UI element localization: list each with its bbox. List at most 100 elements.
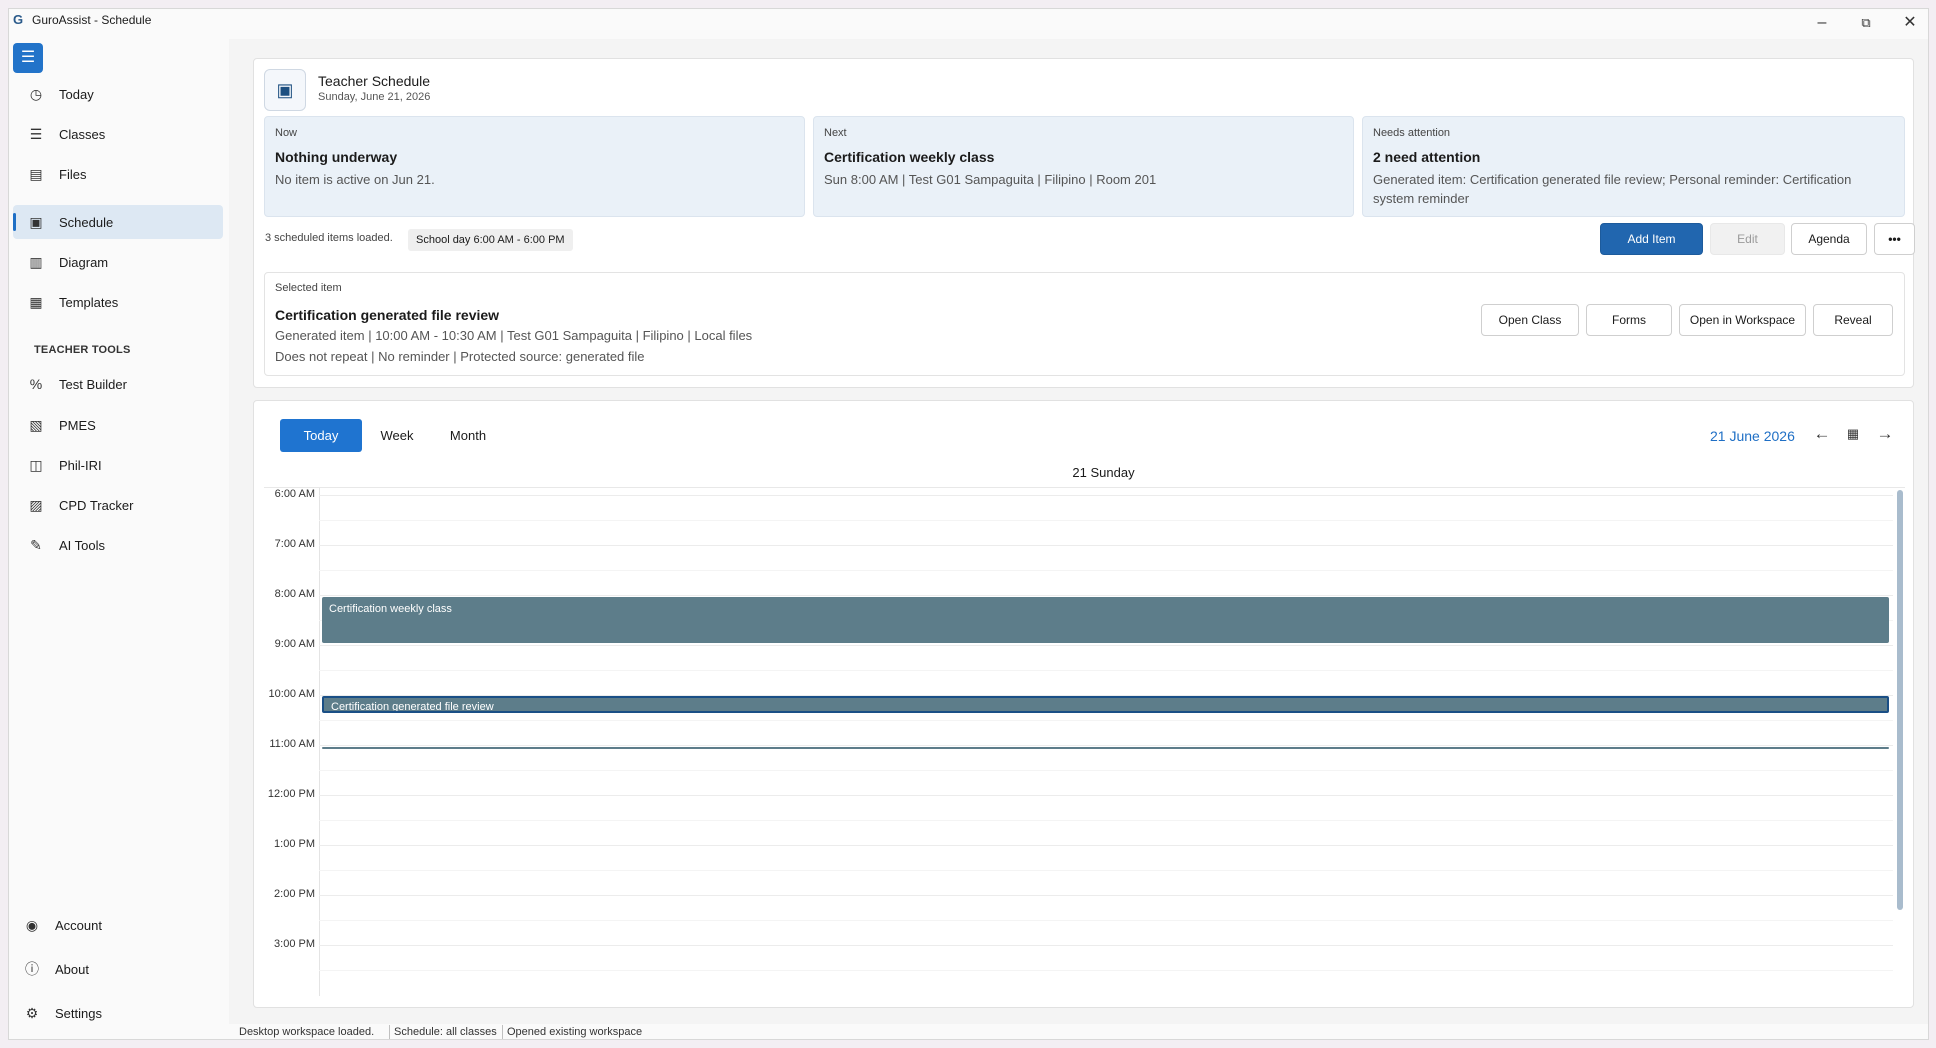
attention-text: Generated item: Certification generated …	[1373, 172, 1852, 206]
calendar-event[interactable]	[322, 747, 1889, 749]
sidebar-item-label: Test Builder	[59, 377, 127, 392]
hour-gridline	[319, 945, 1893, 946]
sidebar-item-label: Settings	[55, 1006, 102, 1021]
close-button[interactable]: ✕	[1888, 9, 1928, 39]
sidebar-item-test-builder[interactable]: % Test Builder	[13, 367, 223, 401]
event-label: Certification generated file review	[331, 701, 494, 713]
sidebar-item-today[interactable]: ◷ Today	[13, 77, 223, 111]
sidebar-item-label: PMES	[59, 418, 96, 433]
window-title: GuroAssist - Schedule	[32, 13, 152, 27]
reveal-button[interactable]: Reveal	[1813, 304, 1893, 336]
sidebar-item-settings[interactable]: ⚙ Settings	[13, 996, 223, 1030]
sidebar-item-pmes[interactable]: ▧ PMES	[13, 408, 223, 442]
event-label: Certification weekly class	[329, 603, 452, 615]
half-hour-gridline	[319, 770, 1893, 771]
next-panel: Next Certification weekly class Sun 8:00…	[813, 116, 1354, 217]
calendar-picker-icon[interactable]: ▦	[1842, 423, 1864, 445]
view-today-button[interactable]: Today	[280, 419, 362, 452]
status-divider	[502, 1025, 503, 1039]
calendar-event[interactable]: Certification generated file review	[322, 696, 1889, 713]
attention-title: 2 need attention	[1373, 149, 1481, 165]
minimize-button[interactable]: –	[1800, 9, 1844, 39]
time-label: 11:00 AM	[269, 738, 315, 750]
time-label: 9:00 AM	[274, 638, 315, 650]
sidebar-item-schedule[interactable]: ▣ Schedule	[13, 205, 223, 239]
now-text: No item is active on Jun 21.	[275, 172, 435, 187]
sidebar-item-classes[interactable]: ☰ Classes	[13, 117, 223, 151]
test-builder-icon: %	[29, 376, 43, 392]
magic-wand-icon: ✎	[30, 537, 42, 553]
template-icon: ▦	[29, 294, 43, 310]
menu-toggle-button[interactable]: ☰	[13, 43, 43, 73]
time-label: 3:00 PM	[274, 938, 315, 950]
half-hour-gridline	[319, 570, 1893, 571]
more-options-button[interactable]: •••	[1874, 223, 1915, 255]
info-icon: ⓘ	[25, 961, 39, 977]
time-label: 7:00 AM	[274, 538, 315, 550]
hour-gridline	[319, 595, 1893, 596]
sidebar-item-account[interactable]: ◉ Account	[13, 908, 223, 942]
sidebar-item-about[interactable]: ⓘ About	[13, 952, 223, 986]
open-class-button[interactable]: Open Class	[1481, 304, 1579, 336]
half-hour-gridline	[319, 720, 1893, 721]
items-loaded-text: 3 scheduled items loaded.	[265, 232, 393, 244]
half-hour-gridline	[319, 870, 1893, 871]
sidebar-item-label: Today	[59, 87, 94, 102]
status-workspace: Desktop workspace loaded.	[239, 1026, 375, 1038]
current-date-label[interactable]: 21 June 2026	[1710, 428, 1795, 444]
sidebar-item-label: Account	[55, 918, 102, 933]
half-hour-gridline	[319, 970, 1893, 971]
list-icon: ☰	[29, 126, 43, 142]
gear-icon: ⚙	[25, 1005, 39, 1021]
sidebar-item-label: Diagram	[59, 255, 109, 270]
edit-button[interactable]: Edit	[1710, 223, 1785, 255]
previous-arrow-icon[interactable]: ←	[1811, 423, 1833, 445]
calendar-card: Today Week Month 21 June 2026 ← ▦ → 21 S…	[253, 400, 1914, 1008]
next-caption: Next	[824, 127, 847, 139]
next-text: Sun 8:00 AM | Test G01 Sampaguita | Fili…	[824, 172, 1157, 187]
now-title: Nothing underway	[275, 149, 398, 165]
time-label: 10:00 AM	[268, 688, 315, 700]
next-arrow-icon[interactable]: →	[1874, 423, 1896, 445]
sidebar-item-label: Templates	[59, 295, 119, 310]
maximize-button[interactable]: ⧉	[1844, 9, 1888, 39]
add-item-button[interactable]: Add Item	[1600, 223, 1703, 255]
selected-caption: Selected item	[275, 282, 342, 294]
main-content: ▣ Teacher Schedule Sunday, June 21, 2026…	[229, 39, 1928, 1024]
forms-button[interactable]: Forms	[1586, 304, 1672, 336]
calendar-event[interactable]: Certification weekly class	[322, 597, 1889, 643]
calendar-check-icon: ▣	[29, 214, 43, 230]
agenda-button[interactable]: Agenda	[1791, 223, 1867, 255]
calendar-scrollbar[interactable]	[1897, 490, 1903, 910]
sidebar-item-ai-tools[interactable]: ✎ AI Tools	[13, 528, 223, 562]
title-bar: G GuroAssist - Schedule – ⧉ ✕	[9, 9, 1928, 39]
page-title: Teacher Schedule	[318, 73, 431, 89]
time-label: 8:00 AM	[274, 588, 315, 600]
sidebar-item-cpd-tracker[interactable]: ▨ CPD Tracker	[13, 488, 223, 522]
half-hour-gridline	[319, 520, 1893, 521]
sidebar-item-phil-iri[interactable]: ◫ Phil-IRI	[13, 448, 223, 482]
day-grid[interactable]: 6:00 AM 7:00 AM 8:00 AM 9:00 AM 10:00 AM 11:0…	[264, 487, 1905, 996]
sidebar-item-templates[interactable]: ▦ Templates	[13, 285, 223, 319]
sidebar-item-label: Files	[59, 167, 87, 182]
sidebar-item-diagram[interactable]: ▥ Diagram	[13, 245, 223, 279]
sidebar-item-label: Schedule	[59, 215, 114, 230]
hour-gridline	[319, 845, 1893, 846]
time-axis: 6:00 AM 7:00 AM 8:00 AM 9:00 AM 10:00 AM 11:0…	[264, 488, 320, 996]
school-day-badge: School day 6:00 AM - 6:00 PM	[408, 229, 573, 251]
selected-meta: Does not repeat | No reminder | Protecte…	[275, 349, 645, 364]
open-in-workspace-button[interactable]: Open in Workspace	[1679, 304, 1806, 336]
app-logo-icon: G	[13, 12, 24, 27]
sidebar-item-files[interactable]: ▤ Files	[13, 157, 223, 191]
selected-details: Generated item | 10:00 AM - 10:30 AM | T…	[275, 328, 753, 343]
now-panel: Now Nothing underway No item is active o…	[264, 116, 805, 217]
half-hour-gridline	[319, 670, 1893, 671]
view-week-button[interactable]: Week	[366, 419, 428, 452]
hour-gridline	[319, 795, 1893, 796]
view-month-button[interactable]: Month	[434, 419, 502, 452]
time-label: 2:00 PM	[274, 888, 315, 900]
next-title: Certification weekly class	[824, 149, 995, 165]
status-bar: Desktop workspace loaded. Schedule: all …	[229, 1024, 1928, 1039]
selected-title: Certification generated file review	[275, 307, 500, 323]
file-icon: ▤	[29, 166, 43, 182]
